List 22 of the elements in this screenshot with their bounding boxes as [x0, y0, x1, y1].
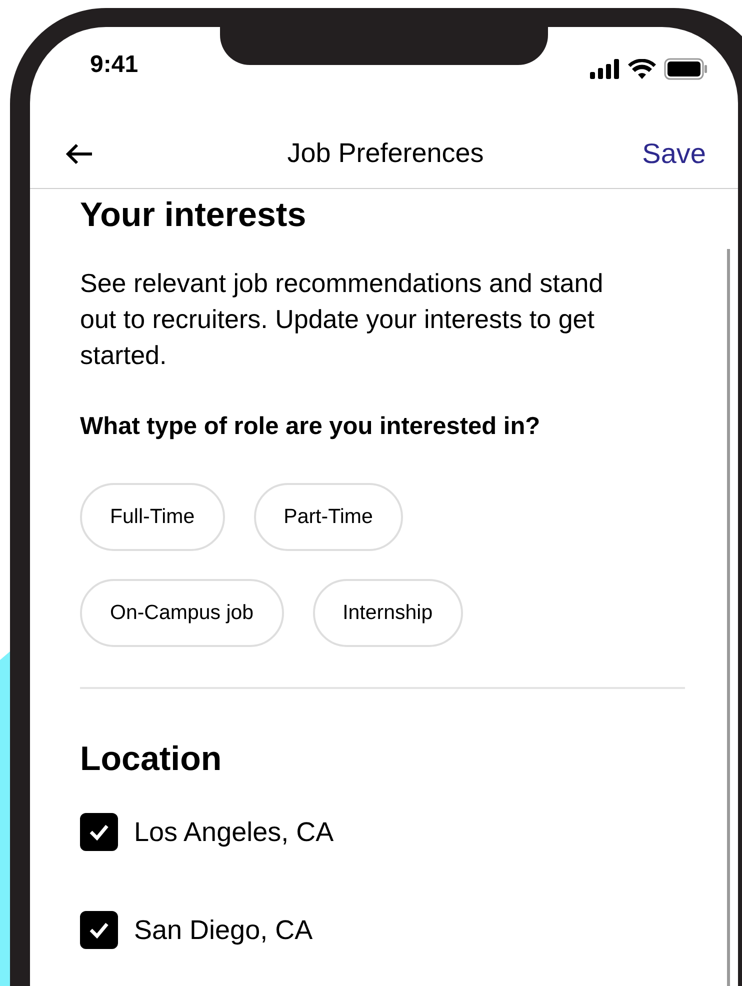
wifi-icon: [628, 59, 656, 79]
location-checkbox[interactable]: [80, 813, 118, 851]
role-chip[interactable]: Internship: [312, 579, 463, 647]
signal-icon: [590, 59, 620, 79]
back-button[interactable]: [65, 142, 93, 164]
location-checkbox[interactable]: [80, 911, 118, 949]
role-question: What type of role are you interested in?: [80, 412, 542, 442]
back-arrow-icon: [65, 142, 93, 164]
section-heading: Location: [80, 739, 223, 779]
battery-icon: [664, 58, 708, 80]
save-button[interactable]: Save: [642, 138, 706, 170]
section-description: See relevant job recommendations and stand out to recruiters. Update your interests to get started.: [80, 267, 604, 372]
location-label: San Diego, CA: [134, 914, 313, 946]
role-chip[interactable]: Part-Time: [254, 483, 403, 551]
section-heading: Your interests: [80, 195, 308, 235]
role-chip[interactable]: On-Campus job: [80, 579, 284, 647]
checkmark-icon: [88, 823, 110, 841]
status-time: 9:41: [90, 50, 138, 80]
location-label: Los Angeles, CA: [134, 816, 334, 848]
checkmark-icon: [88, 921, 110, 939]
page-title: Job Preferences: [287, 138, 484, 169]
role-chip[interactable]: Full-Time: [80, 483, 225, 551]
